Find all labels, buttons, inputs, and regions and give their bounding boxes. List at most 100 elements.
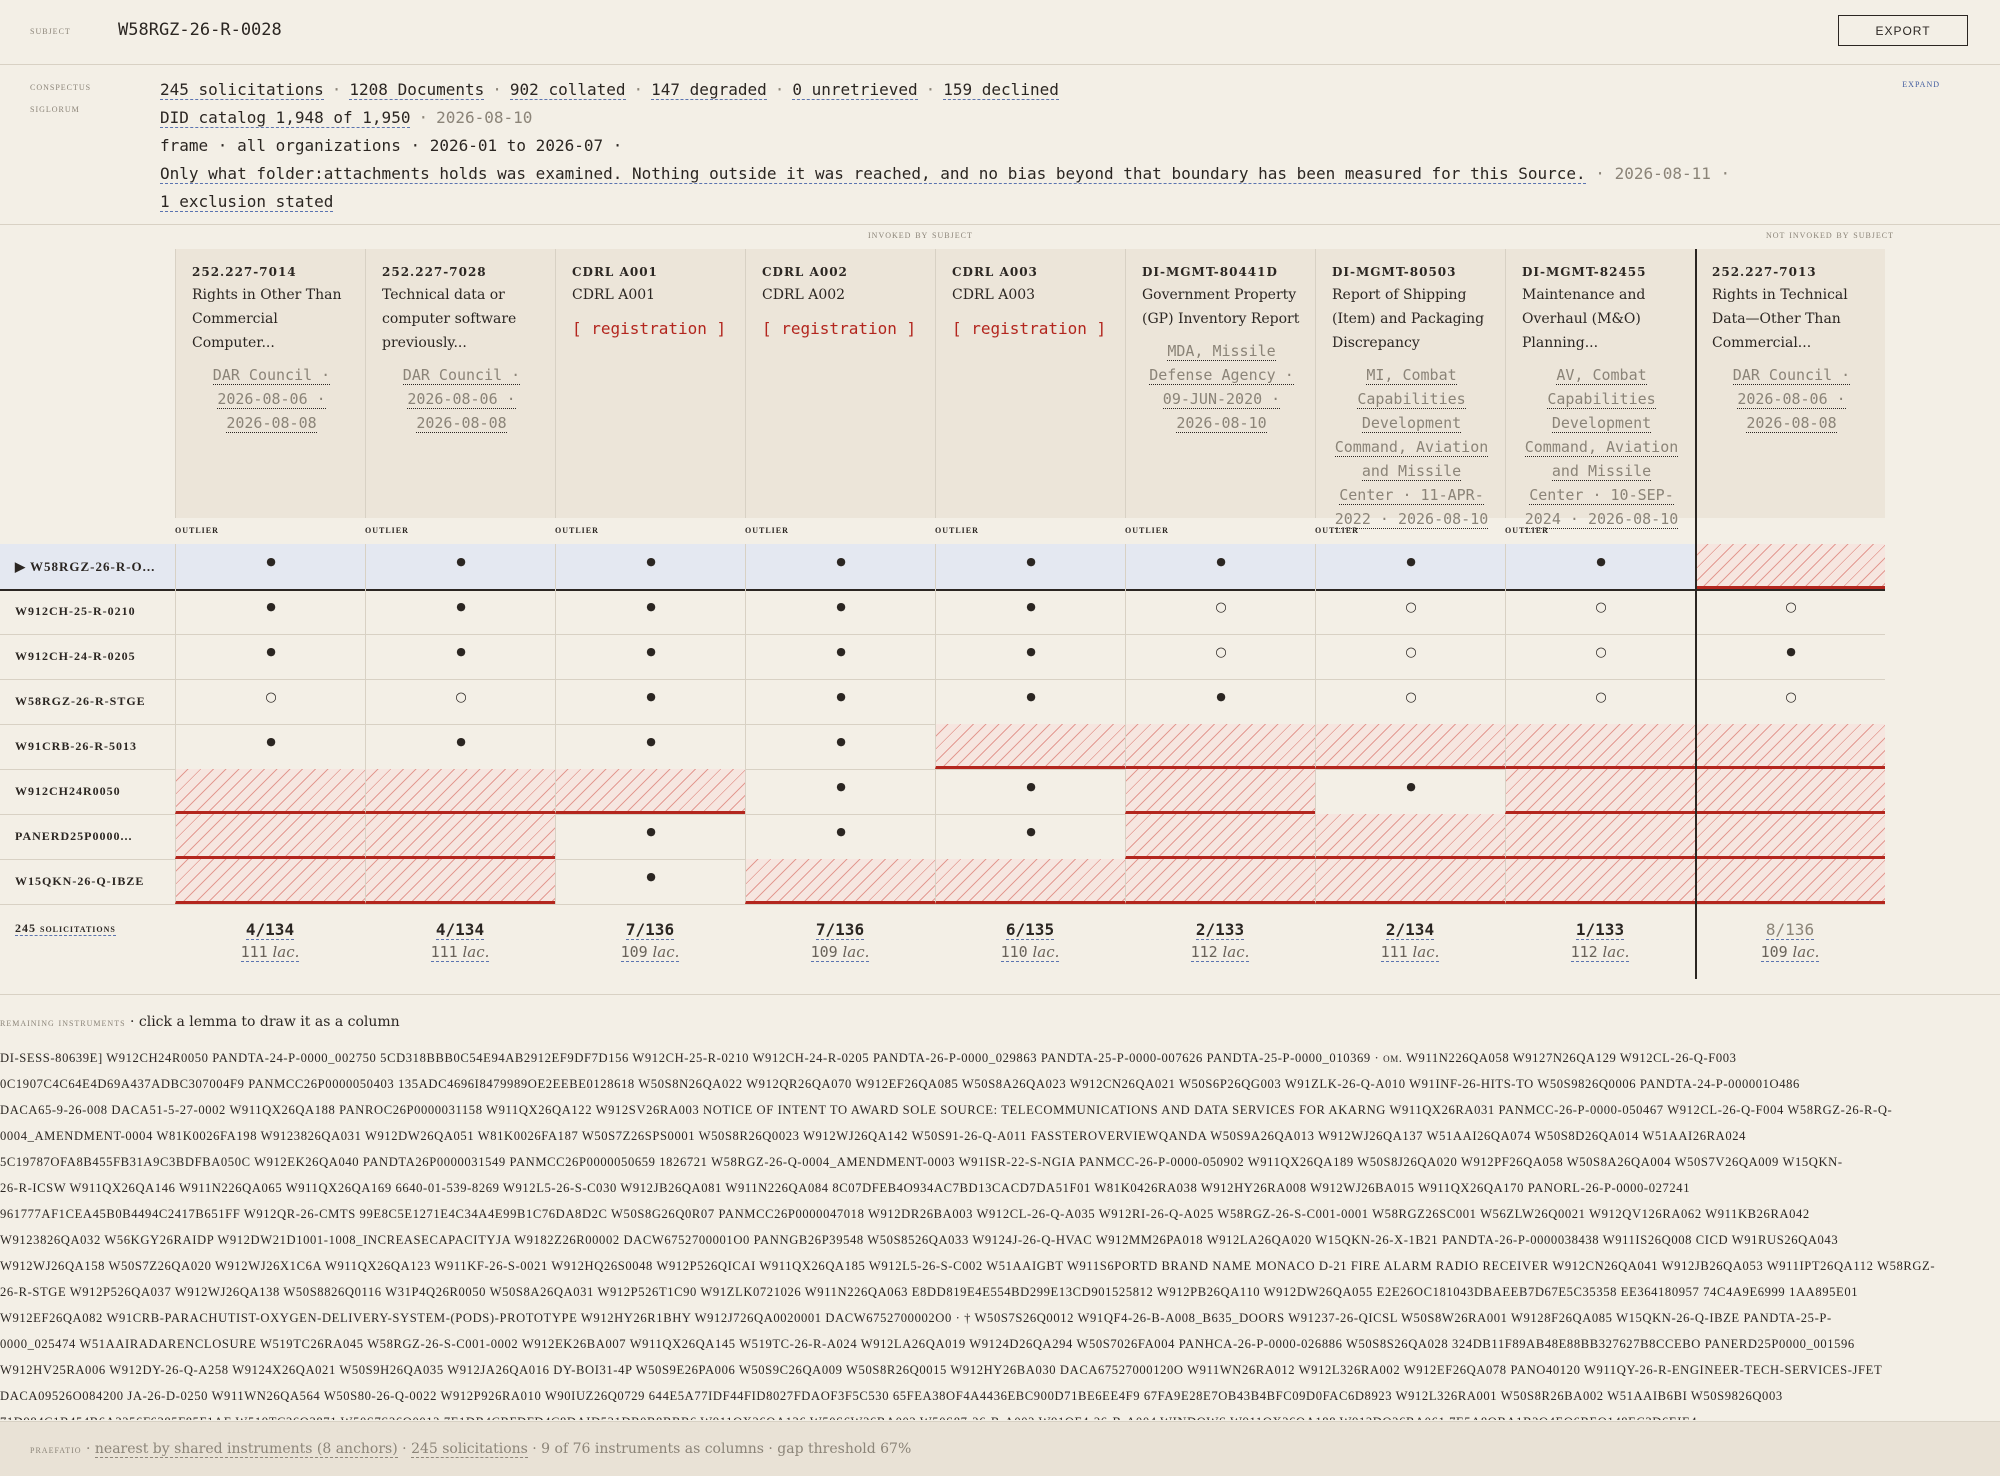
absent-cell[interactable]: ○	[1125, 634, 1315, 679]
gap-cell[interactable]	[935, 859, 1125, 904]
absent-cell[interactable]: ○	[1695, 589, 1885, 634]
remaining-line[interactable]: 26-R-STGE W912P526QA037 W912WJ26QA138 W5…	[0, 1279, 2000, 1305]
totals-label[interactable]: 245 solicitations	[15, 921, 116, 936]
summary-note[interactable]: Only what folder:attachments holds was e…	[160, 164, 1586, 184]
absent-cell[interactable]: ○	[1505, 679, 1695, 724]
row-label[interactable]: W58RGZ-26-R-STGE	[15, 694, 146, 709]
gap-cell[interactable]	[935, 724, 1125, 769]
present-cell[interactable]: ●	[745, 769, 935, 814]
total-lacunae[interactable]: 110 lac.	[1000, 943, 1060, 962]
present-cell[interactable]: ●	[555, 724, 745, 769]
gap-cell[interactable]	[1315, 859, 1505, 904]
column-header[interactable]: DI-MGMT-80503 Report of Shipping (Item) a…	[1315, 249, 1505, 529]
total-lacunae[interactable]: 109 lac.	[810, 943, 870, 962]
export-button[interactable]: EXPORT	[1838, 15, 1968, 46]
table-row[interactable]: W912CH-24-R-0205 ● ● ● ● ● ○ ○ ○ ●	[0, 634, 1885, 680]
gap-cell[interactable]	[1125, 724, 1315, 769]
absent-cell[interactable]: ○	[1125, 589, 1315, 634]
remaining-line[interactable]: 5C19787OFA8B455FB31A9C3BDFBA050C W912EK2…	[0, 1149, 2000, 1175]
count-documents[interactable]: 1208 Documents	[349, 80, 485, 100]
present-cell[interactable]: ●	[555, 634, 745, 679]
present-cell[interactable]: ●	[365, 544, 555, 589]
absent-cell[interactable]: ○	[1505, 589, 1695, 634]
total-lacunae[interactable]: 109 lac.	[620, 943, 680, 962]
table-row[interactable]: W912CH24R0050 ● ● ●	[0, 769, 1885, 815]
gap-cell[interactable]	[1125, 859, 1315, 904]
total-lacunae[interactable]: 111 lac.	[1380, 943, 1440, 962]
remaining-line[interactable]: 0000_025474 W51AAIRADARENCLOSURE W519TC2…	[0, 1331, 2000, 1357]
gap-cell[interactable]	[1505, 859, 1695, 904]
gap-cell[interactable]	[1695, 814, 1885, 859]
gap-cell[interactable]	[365, 769, 555, 814]
present-cell[interactable]: ●	[175, 634, 365, 679]
gap-cell[interactable]	[1505, 724, 1695, 769]
remaining-line[interactable]: W912EF26QA082 W91CRB-PARACHUTIST-OXYGEN-…	[0, 1305, 2000, 1331]
total-ratio[interactable]: 7/136	[815, 920, 865, 940]
present-cell[interactable]: ●	[365, 724, 555, 769]
present-cell[interactable]: ●	[555, 544, 745, 589]
column-header[interactable]: DI-MGMT-82455 Maintenance and Overhaul (M…	[1505, 249, 1695, 529]
present-cell[interactable]: ●	[555, 859, 745, 904]
present-cell[interactable]: ●	[1695, 634, 1885, 679]
count-solicitations[interactable]: 245 solicitations	[160, 80, 324, 100]
present-cell[interactable]: ●	[935, 634, 1125, 679]
total-ratio[interactable]: 2/133	[1195, 920, 1245, 940]
present-cell[interactable]: ●	[175, 544, 365, 589]
gap-cell[interactable]	[1695, 544, 1885, 589]
remaining-line[interactable]: W912HV25RA006 W912DY-26-Q-A258 W9124X26Q…	[0, 1357, 2000, 1383]
count-degraded[interactable]: 147 degraded	[651, 80, 767, 100]
did-catalog[interactable]: DID catalog 1,948 of 1,950	[160, 108, 411, 128]
column-header[interactable]: 252.227-7014 Rights in Other Than Commerc…	[175, 249, 365, 518]
present-cell[interactable]: ●	[745, 589, 935, 634]
total-ratio[interactable]: 4/134	[245, 920, 295, 940]
remaining-line[interactable]: 0004_AMENDMENT-0004 W81K0026FA198 W91238…	[0, 1123, 2000, 1149]
row-label[interactable]: W912CH-24-R-0205	[15, 649, 136, 664]
registration-link[interactable]: [ registration ]	[572, 319, 731, 338]
gap-cell[interactable]	[1695, 859, 1885, 904]
present-cell[interactable]: ●	[745, 814, 935, 859]
total-lacunae[interactable]: 109 lac.	[1760, 943, 1820, 962]
present-cell[interactable]: ●	[935, 679, 1125, 724]
absent-cell[interactable]: ○	[1505, 634, 1695, 679]
gap-cell[interactable]	[365, 859, 555, 904]
remaining-line[interactable]: 0C1907C4C64E4D69A437ADBC307004F9 PANMCC2…	[0, 1071, 2000, 1097]
gap-cell[interactable]	[1695, 769, 1885, 814]
remaining-line[interactable]: 961777AF1CEA45B0B4494C2417B651FF W912QR-…	[0, 1201, 2000, 1227]
totals-label-text[interactable]: 245 solicitations	[15, 921, 116, 936]
total-ratio[interactable]: 8/136	[1765, 920, 1815, 940]
present-cell[interactable]: ●	[935, 589, 1125, 634]
gap-cell[interactable]	[175, 859, 365, 904]
present-cell[interactable]: ●	[555, 814, 745, 859]
anchors-link[interactable]: nearest by shared instruments (8 anchors…	[94, 1441, 398, 1458]
total-lacunae[interactable]: 112 lac.	[1190, 943, 1250, 962]
registration-link[interactable]: [ registration ]	[762, 319, 921, 338]
present-cell[interactable]: ●	[935, 769, 1125, 814]
column-header[interactable]: DI-MGMT-80441D Government Property (GP) I…	[1125, 249, 1315, 518]
present-cell[interactable]: ●	[745, 634, 935, 679]
gap-cell[interactable]	[1315, 814, 1505, 859]
gap-cell[interactable]	[175, 769, 365, 814]
remaining-line[interactable]: W9123826QA032 W56KGY26RAIDP W912DW21D100…	[0, 1227, 2000, 1253]
remaining-line[interactable]: DI-SESS-80639E] W912CH24R0050 PANDTA-24-…	[0, 1045, 2000, 1071]
table-row[interactable]: W91CRB-26-R-5013 ● ● ● ●	[0, 724, 1885, 770]
absent-cell[interactable]: ○	[175, 679, 365, 724]
gap-cell[interactable]	[555, 769, 745, 814]
gap-cell[interactable]	[1695, 724, 1885, 769]
present-cell[interactable]: ●	[1505, 544, 1695, 589]
column-header[interactable]: 252.227-7013 Rights in Technical Data—Oth…	[1695, 249, 1885, 518]
absent-cell[interactable]: ○	[1315, 679, 1505, 724]
present-cell[interactable]: ●	[935, 814, 1125, 859]
total-ratio[interactable]: 4/134	[435, 920, 485, 940]
present-cell[interactable]: ●	[365, 634, 555, 679]
table-row[interactable]: ▶ W58RGZ-26-R-O... ● ● ● ● ● ● ● ●	[0, 544, 1885, 591]
total-lacunae[interactable]: 111 lac.	[240, 943, 300, 962]
count-collated[interactable]: 902 collated	[509, 80, 626, 100]
table-row[interactable]: W15QKN-26-Q-IBZE ●	[0, 859, 1885, 905]
column-header[interactable]: CDRL A001 CDRL A001 [ registration ]	[555, 249, 745, 518]
total-lacunae[interactable]: 111 lac.	[430, 943, 490, 962]
count-unretrieved[interactable]: 0 unretrieved	[792, 80, 918, 100]
column-header[interactable]: CDRL A002 CDRL A002 [ registration ]	[745, 249, 935, 518]
row-label[interactable]: W91CRB-26-R-5013	[15, 739, 137, 754]
gap-cell[interactable]	[175, 814, 365, 859]
column-header[interactable]: CDRL A003 CDRL A003 [ registration ]	[935, 249, 1125, 518]
